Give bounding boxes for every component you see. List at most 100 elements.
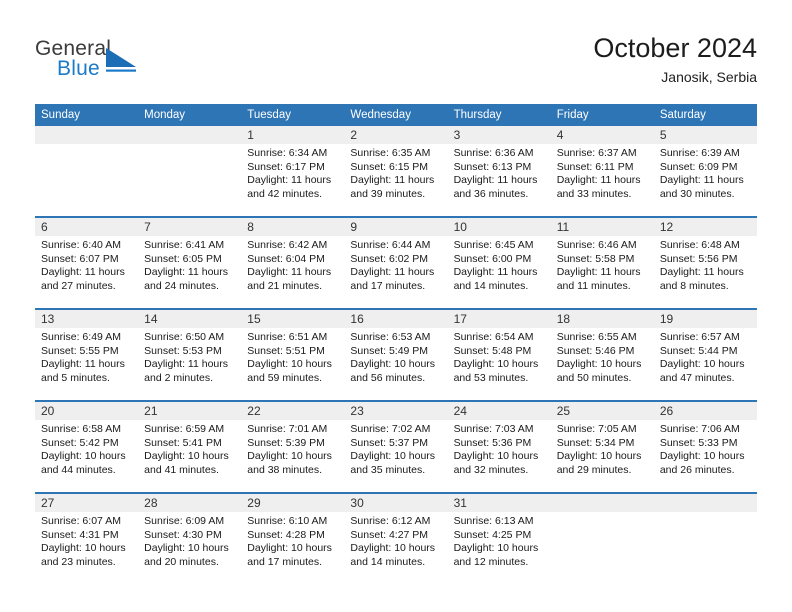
day-cell-inner: 9 Sunrise: 6:44 AM Sunset: 6:02 PM Daylight… <box>344 218 448 308</box>
day-number: 31 <box>447 494 551 512</box>
day-cell-inner: 30 Sunrise: 6:12 AM Sunset: 4:27 PM Dayligh… <box>344 494 448 584</box>
sunset-text: Sunset: 5:48 PM <box>453 344 532 357</box>
calendar-day-cell[interactable]: 4 Sunrise: 6:37 AM Sunset: 6:11 PM Daylight… <box>550 126 654 217</box>
day-cell-inner: 19 Sunrise: 6:57 AM Sunset: 5:44 PM Dayligh… <box>653 310 757 400</box>
daylight-text-line1: Daylight: 11 hours <box>453 174 538 187</box>
day-cell-details: Sunrise: 6:50 AM Sunset: 5:53 PM Daylight:… <box>138 328 241 385</box>
daylight-text-line2: and 27 minutes. <box>41 279 116 292</box>
daylight-text-line2: and 24 minutes. <box>144 279 219 292</box>
calendar-day-cell[interactable]: 27 Sunrise: 6:07 AM Sunset: 4:31 PM Dayligh… <box>35 492 139 584</box>
calendar-day-cell[interactable]: 10 Sunrise: 6:45 AM Sunset: 6:00 PM Dayligh… <box>447 216 551 309</box>
day-cell-details: Sunrise: 6:53 AM Sunset: 5:49 PM Daylight:… <box>344 328 447 385</box>
calendar-day-cell[interactable]: 18 Sunrise: 6:55 AM Sunset: 5:46 PM Dayligh… <box>550 308 654 401</box>
sunset-text: Sunset: 5:46 PM <box>556 344 635 357</box>
daylight-text-line2: and 47 minutes. <box>659 371 735 384</box>
day-number <box>138 126 242 144</box>
sunrise-text: Sunrise: 6:57 AM <box>659 331 740 343</box>
day-cell-inner: 21 Sunrise: 6:59 AM Sunset: 5:41 PM Dayligh… <box>138 402 242 492</box>
sunset-text: Sunset: 6:09 PM <box>659 160 738 173</box>
calendar-day-cell[interactable]: 20 Sunrise: 6:58 AM Sunset: 5:42 PM Dayligh… <box>35 400 139 493</box>
calendar-day-cell[interactable]: 26 Sunrise: 7:06 AM Sunset: 5:33 PM Dayligh… <box>653 400 757 493</box>
day-number: 12 <box>653 218 757 236</box>
title-block: October 2024 Janosik, Serbia <box>593 32 757 86</box>
day-cell-inner <box>550 494 654 584</box>
sunrise-text: Sunrise: 6:45 AM <box>453 239 534 251</box>
sunset-text: Sunset: 4:28 PM <box>247 528 325 541</box>
calendar-day-cell[interactable]: 28 Sunrise: 6:09 AM Sunset: 4:30 PM Dayligh… <box>138 492 242 584</box>
sunset-text: Sunset: 4:27 PM <box>350 528 429 541</box>
day-number: 28 <box>138 494 242 512</box>
calendar-day-cell[interactable]: 29 Sunrise: 6:10 AM Sunset: 4:28 PM Dayligh… <box>241 492 345 584</box>
calendar-day-cell[interactable]: 9 Sunrise: 6:44 AM Sunset: 6:02 PM Daylight… <box>344 216 448 309</box>
day-cell-inner: 6 Sunrise: 6:40 AM Sunset: 6:07 PM Daylight… <box>35 218 139 308</box>
calendar-day-cell[interactable]: 25 Sunrise: 7:05 AM Sunset: 5:34 PM Dayligh… <box>550 400 654 493</box>
daylight-text-line1: Daylight: 11 hours <box>453 266 538 279</box>
day-cell-details: Sunrise: 6:44 AM Sunset: 6:02 PM Daylight:… <box>344 236 447 293</box>
calendar-day-cell[interactable]: 30 Sunrise: 6:12 AM Sunset: 4:27 PM Dayligh… <box>344 492 448 584</box>
calendar-day-cell[interactable]: 19 Sunrise: 6:57 AM Sunset: 5:44 PM Dayligh… <box>653 308 757 401</box>
calendar-table: Sunday Monday Tuesday Wednesday Thursday… <box>35 104 757 584</box>
page-subtitle-location: Janosik, Serbia <box>661 69 757 85</box>
day-cell-inner: 1 Sunrise: 6:34 AM Sunset: 6:17 PM Daylight… <box>241 126 345 216</box>
calendar-day-cell[interactable]: 23 Sunrise: 7:02 AM Sunset: 5:37 PM Dayligh… <box>344 400 448 493</box>
calendar-day-cell[interactable]: 24 Sunrise: 7:03 AM Sunset: 5:36 PM Dayligh… <box>447 400 551 493</box>
calendar-day-cell-empty <box>550 492 654 584</box>
sunrise-text: Sunrise: 7:01 AM <box>247 423 328 435</box>
day-cell-details: Sunrise: 7:02 AM Sunset: 5:37 PM Daylight:… <box>344 420 447 477</box>
brand-logo[interactable]: General Blue <box>35 37 215 85</box>
daylight-text-line2: and 5 minutes. <box>41 371 110 384</box>
calendar-day-cell[interactable]: 21 Sunrise: 6:59 AM Sunset: 5:41 PM Dayligh… <box>138 400 242 493</box>
blue-triangle-logo-icon <box>104 45 138 75</box>
day-cell-details: Sunrise: 6:59 AM Sunset: 5:41 PM Daylight:… <box>138 420 241 477</box>
calendar-day-cell[interactable]: 6 Sunrise: 6:40 AM Sunset: 6:07 PM Daylight… <box>35 216 139 309</box>
weekday-header-thursday: Thursday <box>447 104 551 126</box>
calendar-day-cell[interactable]: 12 Sunrise: 6:48 AM Sunset: 5:56 PM Dayligh… <box>653 216 757 309</box>
day-number <box>35 126 139 144</box>
calendar-day-cell[interactable]: 22 Sunrise: 7:01 AM Sunset: 5:39 PM Dayligh… <box>241 400 345 493</box>
calendar-day-cell[interactable]: 13 Sunrise: 6:49 AM Sunset: 5:55 PM Dayligh… <box>35 308 139 401</box>
day-number <box>653 494 757 512</box>
daylight-text-line1: Daylight: 10 hours <box>247 358 332 371</box>
daylight-text-line1: Daylight: 10 hours <box>453 450 539 463</box>
sunset-text: Sunset: 6:17 PM <box>247 160 325 173</box>
sunrise-text: Sunrise: 6:39 AM <box>659 147 740 159</box>
sunrise-text: Sunrise: 7:02 AM <box>350 423 431 435</box>
sunset-text: Sunset: 6:13 PM <box>453 160 532 173</box>
calendar-day-cell[interactable]: 16 Sunrise: 6:53 AM Sunset: 5:49 PM Dayligh… <box>344 308 448 401</box>
sunrise-text: Sunrise: 6:07 AM <box>41 515 121 527</box>
day-cell-details: Sunrise: 6:42 AM Sunset: 6:04 PM Daylight:… <box>241 236 344 293</box>
calendar-day-cell[interactable]: 17 Sunrise: 6:54 AM Sunset: 5:48 PM Dayligh… <box>447 308 551 401</box>
calendar-day-cell[interactable]: 3 Sunrise: 6:36 AM Sunset: 6:13 PM Daylight… <box>447 126 551 217</box>
calendar-day-cell[interactable]: 11 Sunrise: 6:46 AM Sunset: 5:58 PM Dayligh… <box>550 216 654 309</box>
sunrise-text: Sunrise: 6:58 AM <box>41 423 121 435</box>
daylight-text-line1: Daylight: 11 hours <box>350 174 435 187</box>
daylight-text-line2: and 56 minutes. <box>350 371 426 384</box>
daylight-text-line1: Daylight: 10 hours <box>556 450 642 463</box>
calendar-day-cell-empty <box>35 126 139 217</box>
day-number: 22 <box>241 402 345 420</box>
calendar-day-cell[interactable]: 31 Sunrise: 6:13 AM Sunset: 4:25 PM Dayligh… <box>447 492 551 584</box>
day-number: 4 <box>550 126 654 144</box>
calendar-day-cell[interactable]: 1 Sunrise: 6:34 AM Sunset: 6:17 PM Daylight… <box>241 126 345 217</box>
day-cell-inner: 26 Sunrise: 7:06 AM Sunset: 5:33 PM Dayligh… <box>653 402 757 492</box>
day-cell-inner: 20 Sunrise: 6:58 AM Sunset: 5:42 PM Dayligh… <box>35 402 139 492</box>
calendar-day-cell[interactable]: 5 Sunrise: 6:39 AM Sunset: 6:09 PM Daylight… <box>653 126 757 217</box>
sunset-text: Sunset: 6:05 PM <box>144 252 222 265</box>
calendar-day-cell[interactable]: 7 Sunrise: 6:41 AM Sunset: 6:05 PM Daylight… <box>138 216 242 309</box>
calendar-day-cell[interactable]: 2 Sunrise: 6:35 AM Sunset: 6:15 PM Daylight… <box>344 126 448 217</box>
sunset-text: Sunset: 5:39 PM <box>247 436 325 449</box>
day-cell-inner: 29 Sunrise: 6:10 AM Sunset: 4:28 PM Dayligh… <box>241 494 345 584</box>
day-number: 26 <box>653 402 757 420</box>
calendar-day-cell[interactable]: 8 Sunrise: 6:42 AM Sunset: 6:04 PM Daylight… <box>241 216 345 309</box>
daylight-text-line2: and 17 minutes. <box>247 555 322 568</box>
day-number: 20 <box>35 402 139 420</box>
daylight-text-line1: Daylight: 11 hours <box>659 266 744 279</box>
daylight-text-line1: Daylight: 10 hours <box>659 450 745 463</box>
day-cell-inner: 27 Sunrise: 6:07 AM Sunset: 4:31 PM Dayligh… <box>35 494 139 584</box>
calendar-day-cell[interactable]: 15 Sunrise: 6:51 AM Sunset: 5:51 PM Dayligh… <box>241 308 345 401</box>
daylight-text-line1: Daylight: 10 hours <box>350 358 436 371</box>
sunset-text: Sunset: 5:41 PM <box>144 436 222 449</box>
calendar-day-cell[interactable]: 14 Sunrise: 6:50 AM Sunset: 5:53 PM Dayligh… <box>138 308 242 401</box>
calendar-grid: Sunday Monday Tuesday Wednesday Thursday… <box>35 104 757 584</box>
daylight-text-line2: and 35 minutes. <box>350 463 426 476</box>
